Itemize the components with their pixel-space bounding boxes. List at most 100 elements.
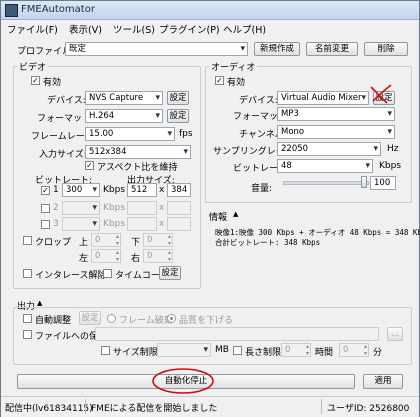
bitrate-row-1-num: 1 xyxy=(53,185,59,195)
profile-select[interactable]: 既定 xyxy=(65,42,248,56)
aspect-ratio-label: アスペクト比を維持 xyxy=(97,163,178,173)
bitrate-row-1-unit: Kbps xyxy=(103,185,126,195)
menu-tools[interactable]: ツール(S) xyxy=(113,22,155,36)
title-bar[interactable]: FMEAutomator xyxy=(1,1,419,20)
menu-file[interactable]: ファイル(F) xyxy=(7,22,58,36)
audio-enabled-label: 有効 xyxy=(227,78,246,88)
output-height-2[interactable] xyxy=(167,201,191,215)
crop-bottom-label: 下 xyxy=(131,238,141,248)
status-bar: 配信中(lv61834115) FMEによる配信を開始しました ユーザID: 2… xyxy=(1,396,419,417)
deinterlace-checkbox[interactable] xyxy=(23,269,32,278)
bitrate-row-2-select[interactable] xyxy=(62,201,100,215)
crop-top-spinner[interactable]: 0 xyxy=(91,233,121,247)
bitrate-row-1-select[interactable]: 300 xyxy=(62,183,100,197)
crop-right-spinner[interactable]: 0 xyxy=(143,249,173,263)
output-collapse-icon[interactable]: ▲ xyxy=(37,299,42,307)
minutes-spinner[interactable]: 0 xyxy=(339,343,369,357)
info-line-2: 合計ビットレート: 348 Kbps xyxy=(215,238,321,247)
bitrate-row-2-unit: Kbps xyxy=(103,203,126,213)
aspect-ratio-checkbox[interactable]: ✓ xyxy=(85,161,94,170)
framerate-select[interactable]: 15.00 xyxy=(85,127,175,141)
audio-header: オーディオ xyxy=(209,60,258,73)
output-width-1[interactable]: 512 xyxy=(127,183,157,197)
volume-slider-thumb[interactable] xyxy=(361,176,367,188)
info-header: 情報 xyxy=(209,213,228,223)
volume-label: 音量: xyxy=(251,184,273,194)
menu-plugins[interactable]: プラグイン(P) xyxy=(159,22,220,36)
bitrate-row-2-checkbox[interactable] xyxy=(41,204,50,213)
size-limit-label: サイズ制限 xyxy=(113,348,158,358)
length-limit-checkbox[interactable] xyxy=(233,346,242,355)
video-enabled-label: 有効 xyxy=(43,78,62,88)
main-window: FMEAutomator ファイル(F) 表示(V) ツール(S) プラグイン(… xyxy=(0,0,420,417)
video-device-select[interactable]: NVS Capture xyxy=(85,91,163,105)
video-enabled-checkbox[interactable]: ✓ xyxy=(31,76,40,85)
menu-view[interactable]: 表示(V) xyxy=(69,22,102,36)
delete-profile-button[interactable]: 削除 xyxy=(364,42,408,56)
quality-down-label: 品質を下げる xyxy=(179,316,234,326)
crop-bottom-spinner[interactable]: 0 xyxy=(143,233,173,247)
bitrate-row-3-checkbox[interactable] xyxy=(41,220,50,229)
annotation-cross-mark xyxy=(370,84,392,104)
volume-slider-track[interactable] xyxy=(283,181,369,185)
status-left: 配信中(lv61834115) xyxy=(5,404,93,414)
quality-down-radio[interactable] xyxy=(167,314,176,323)
audio-bitrate-unit: Kbps xyxy=(379,161,402,171)
autoadjust-label: 自動調整 xyxy=(35,316,72,326)
bitrate-row-2-num: 2 xyxy=(53,203,59,213)
output-height-1[interactable]: 384 xyxy=(167,183,191,197)
bitrate-row-1-checkbox[interactable]: ✓ xyxy=(41,186,50,195)
info-collapse-icon[interactable]: ▲ xyxy=(233,210,238,218)
crop-checkbox[interactable] xyxy=(23,236,32,245)
video-format-settings-button[interactable]: 設定 xyxy=(167,109,189,123)
autoadjust-settings-button[interactable]: 設定 xyxy=(79,311,101,325)
channels-select[interactable]: Mono xyxy=(277,125,395,139)
crop-left-spinner[interactable]: 0 xyxy=(91,249,121,263)
framerate-unit: fps xyxy=(179,129,193,139)
output-width-2[interactable] xyxy=(127,201,157,215)
status-separator-1 xyxy=(85,399,86,414)
timecode-settings-button[interactable]: 設定 xyxy=(159,266,181,280)
browse-button[interactable]: ... xyxy=(387,327,403,341)
audio-enabled-checkbox[interactable]: ✓ xyxy=(215,76,224,85)
x-mark-1: x xyxy=(159,185,165,195)
frame-drop-label: フレーム破棄 xyxy=(119,316,173,326)
samplerate-select[interactable]: 22050 xyxy=(277,142,381,156)
size-limit-select[interactable] xyxy=(157,343,211,357)
bitrate-row-3-num: 3 xyxy=(53,219,59,229)
apply-button[interactable]: 適用 xyxy=(363,374,403,389)
size-limit-checkbox[interactable] xyxy=(101,346,110,355)
autoadjust-checkbox[interactable] xyxy=(23,314,32,323)
menu-help[interactable]: ヘルプ(H) xyxy=(223,22,266,36)
status-right: ユーザID: 2526800 xyxy=(327,404,410,414)
rename-profile-button[interactable]: 名前変更 xyxy=(306,42,358,56)
hours-spinner[interactable]: 0 xyxy=(281,343,311,357)
crop-top-label: 上 xyxy=(79,238,89,248)
audio-device-label: デバイス: xyxy=(239,96,278,106)
annotation-circle xyxy=(152,368,214,394)
timecode-checkbox[interactable] xyxy=(103,269,112,278)
video-format-select[interactable]: H.264 xyxy=(85,109,163,123)
size-unit: MB xyxy=(215,345,229,355)
audio-bitrate-select[interactable]: 48 xyxy=(277,159,373,173)
hours-unit: 時間 xyxy=(315,348,334,358)
status-separator-2 xyxy=(321,399,322,414)
new-profile-button[interactable]: 新規作成 xyxy=(254,42,300,56)
output-height-3[interactable] xyxy=(167,217,191,231)
bitrate-row-3-select[interactable] xyxy=(62,217,100,231)
input-size-select[interactable]: 512x384 xyxy=(85,145,191,159)
audio-device-select[interactable]: Virtual Audio Mixer xyxy=(277,91,369,105)
video-device-settings-button[interactable]: 設定 xyxy=(167,91,189,105)
app-icon xyxy=(5,4,18,17)
crop-label: クロップ xyxy=(35,238,72,248)
save-to-file-checkbox[interactable] xyxy=(23,330,32,339)
output-width-3[interactable] xyxy=(127,217,157,231)
volume-value-field[interactable]: 100 xyxy=(370,176,396,190)
menu-bar: ファイル(F) 表示(V) ツール(S) プラグイン(P) ヘルプ(H) xyxy=(1,20,419,37)
minutes-unit: 分 xyxy=(373,348,383,358)
frame-drop-radio[interactable] xyxy=(107,314,116,323)
x-mark-2: x xyxy=(159,203,165,213)
deinterlace-label: インタレース解除 xyxy=(35,271,107,281)
audio-format-select[interactable]: MP3 xyxy=(277,107,395,121)
save-path-field[interactable] xyxy=(95,327,379,341)
